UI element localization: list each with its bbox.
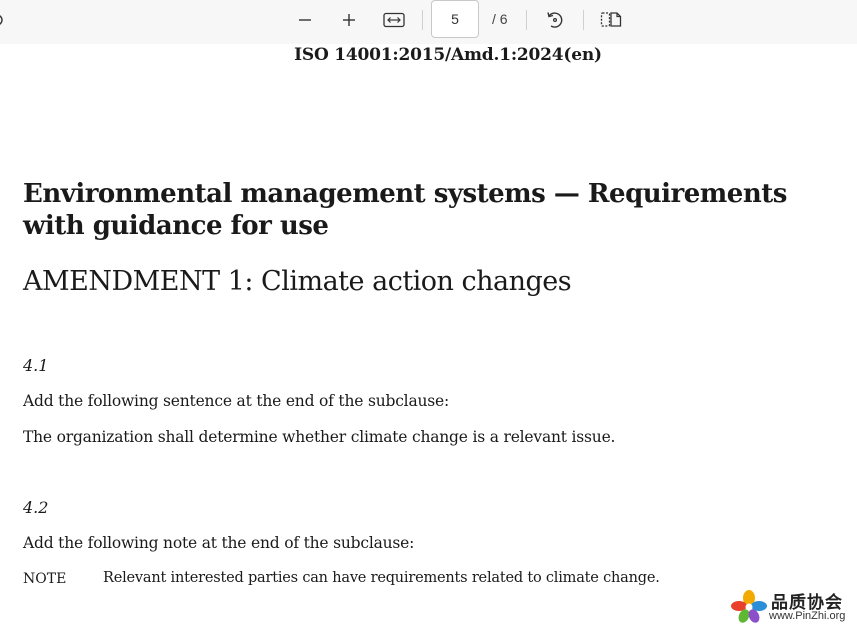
fit-width-icon	[383, 12, 405, 28]
rotate-icon	[545, 10, 565, 30]
page-number-input[interactable]	[431, 0, 479, 38]
clause-number: 4.2	[23, 498, 49, 517]
clause-content: The organization shall determine whether…	[23, 428, 616, 446]
two-page-view-icon	[600, 11, 622, 29]
zoom-out-button[interactable]	[289, 6, 321, 34]
document-title: Environmental management systems — Requi…	[23, 179, 787, 241]
note-text: Relevant interested parties can have req…	[103, 570, 660, 586]
clause-instruction: Add the following sentence at the end of…	[23, 392, 450, 410]
toolbar-separator	[583, 10, 584, 30]
note-label: NOTE	[23, 571, 67, 587]
watermark: 品质协会 www.PinZhi.org	[731, 588, 853, 626]
zoom-out-icon	[297, 12, 313, 28]
clause-number: 4.1	[23, 356, 49, 375]
pdf-page: ISO 14001:2015/Amd.1:2024(en) Environmen…	[0, 44, 857, 628]
pdf-toolbar: / 6	[0, 0, 857, 45]
toolbar-separator	[526, 10, 527, 30]
watermark-url: www.PinZhi.org	[769, 610, 846, 622]
zoom-in-button[interactable]	[333, 6, 365, 34]
document-header: ISO 14001:2015/Amd.1:2024(en)	[294, 45, 602, 65]
document-subtitle: AMENDMENT 1: Climate action changes	[23, 266, 572, 297]
page-total-label: / 6	[492, 11, 508, 27]
two-page-view-button[interactable]	[595, 6, 627, 34]
flower-logo-icon	[731, 590, 767, 628]
fit-width-button[interactable]	[378, 6, 410, 34]
rotate-button[interactable]	[539, 6, 571, 34]
partial-left-icon[interactable]	[0, 12, 7, 31]
toolbar-separator	[422, 10, 423, 30]
zoom-in-icon	[341, 12, 357, 28]
clause-instruction: Add the following note at the end of the…	[23, 534, 415, 552]
